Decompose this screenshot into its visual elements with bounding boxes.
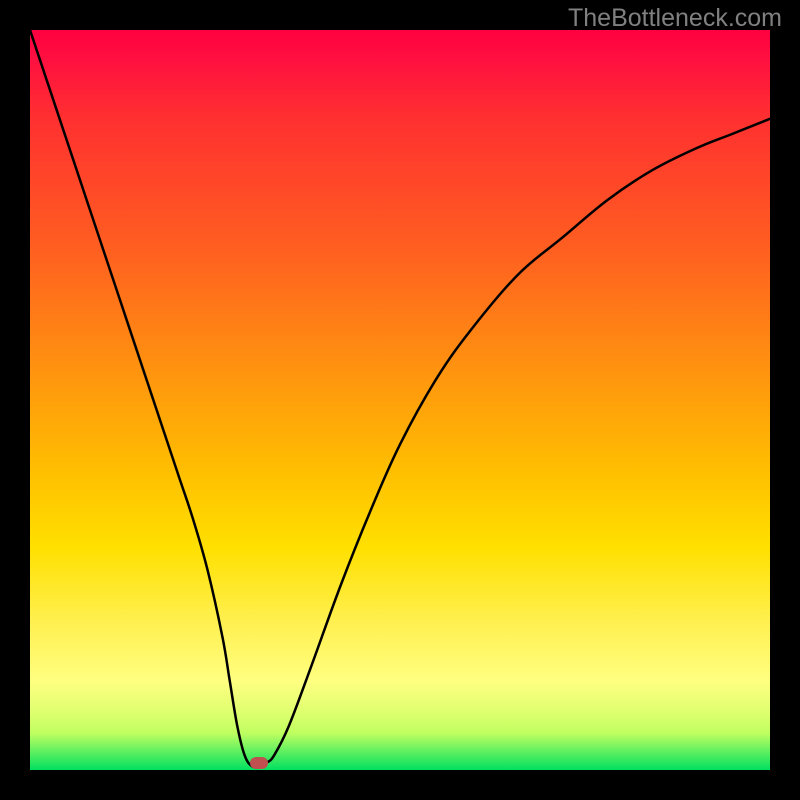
plot-area xyxy=(30,30,770,770)
watermark-text: TheBottleneck.com xyxy=(568,4,782,33)
chart-frame: TheBottleneck.com xyxy=(0,0,800,800)
optimum-marker xyxy=(250,757,268,769)
bottleneck-curve xyxy=(30,30,770,767)
curve-svg xyxy=(30,30,770,770)
